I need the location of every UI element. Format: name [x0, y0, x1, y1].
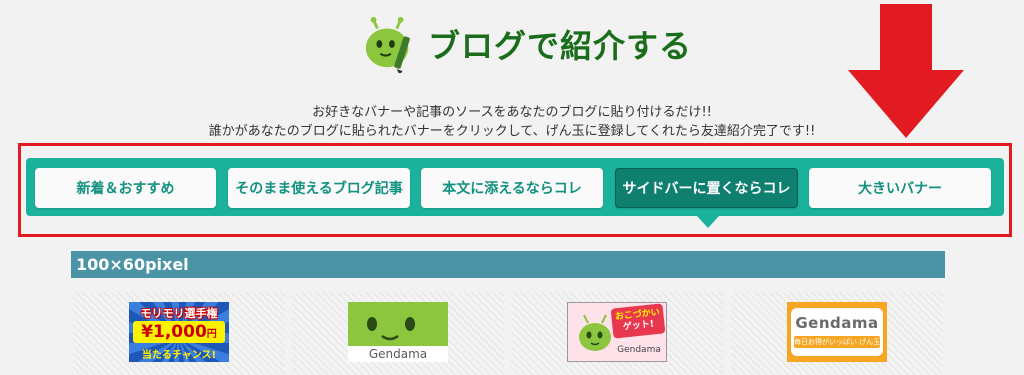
okozukai-banner[interactable]: おこづかい ゲット! Gendama — [567, 302, 667, 362]
page: ブログで紹介する お好きなバナーや記事のソースをあなたのブログに貼り付けるだけ!… — [0, 0, 1024, 375]
gendama-logo-banner[interactable]: Gendama 毎日お得がいっぱい げん玉 — [787, 302, 887, 362]
morimori-subtitle: 当たるチャンス! — [141, 350, 217, 361]
morimori-banner[interactable]: モリモリ選手権 ¥1,000 円 当たるチャンス! — [129, 302, 229, 362]
page-title: ブログで紹介する — [428, 27, 693, 65]
gendama-tagline: 毎日お得がいっぱい げん玉 — [794, 336, 880, 348]
gendama-logo-text: Gendama — [795, 314, 879, 332]
prize-amount: ¥1,000 — [141, 322, 207, 342]
gendama-mascot-banner[interactable]: Gendama — [348, 302, 448, 362]
section-header: 100×60pixel — [71, 251, 945, 278]
banner-card: モリモリ選手権 ¥1,000 円 当たるチャンス! — [73, 292, 285, 375]
banner-brand-text: Gendama — [348, 346, 448, 362]
tab-large-banner[interactable]: 大きいバナー — [809, 168, 991, 208]
banner-brand-text: Gendama — [617, 345, 661, 355]
banner-card: おこづかい ゲット! Gendama — [511, 292, 723, 375]
prize-panel: ¥1,000 円 — [133, 321, 225, 343]
red-down-arrow-icon — [848, 4, 964, 138]
banner-card: Gendama 毎日お得がいっぱい げん玉 — [731, 292, 943, 375]
tab-new-recommended[interactable]: 新着＆おすすめ — [35, 168, 216, 208]
okozukai-bubble: おこづかい ゲット! — [610, 303, 666, 339]
prize-unit: 円 — [206, 329, 217, 340]
banner-card: Gendama — [292, 292, 504, 375]
page-header: ブログで紹介する — [360, 16, 693, 73]
active-tab-pointer — [697, 216, 719, 228]
morimori-title: モリモリ選手権 — [140, 307, 218, 320]
tab-for-body-text[interactable]: 本文に添えるならコレ — [421, 168, 603, 208]
mascot-with-pencil-icon — [365, 16, 410, 73]
get-text: ゲット! — [622, 319, 655, 333]
tab-sidebar[interactable]: サイドバーに置くならコレ — [615, 168, 798, 208]
tab-ready-blog-articles[interactable]: そのまま使えるブログ記事 — [228, 168, 410, 208]
